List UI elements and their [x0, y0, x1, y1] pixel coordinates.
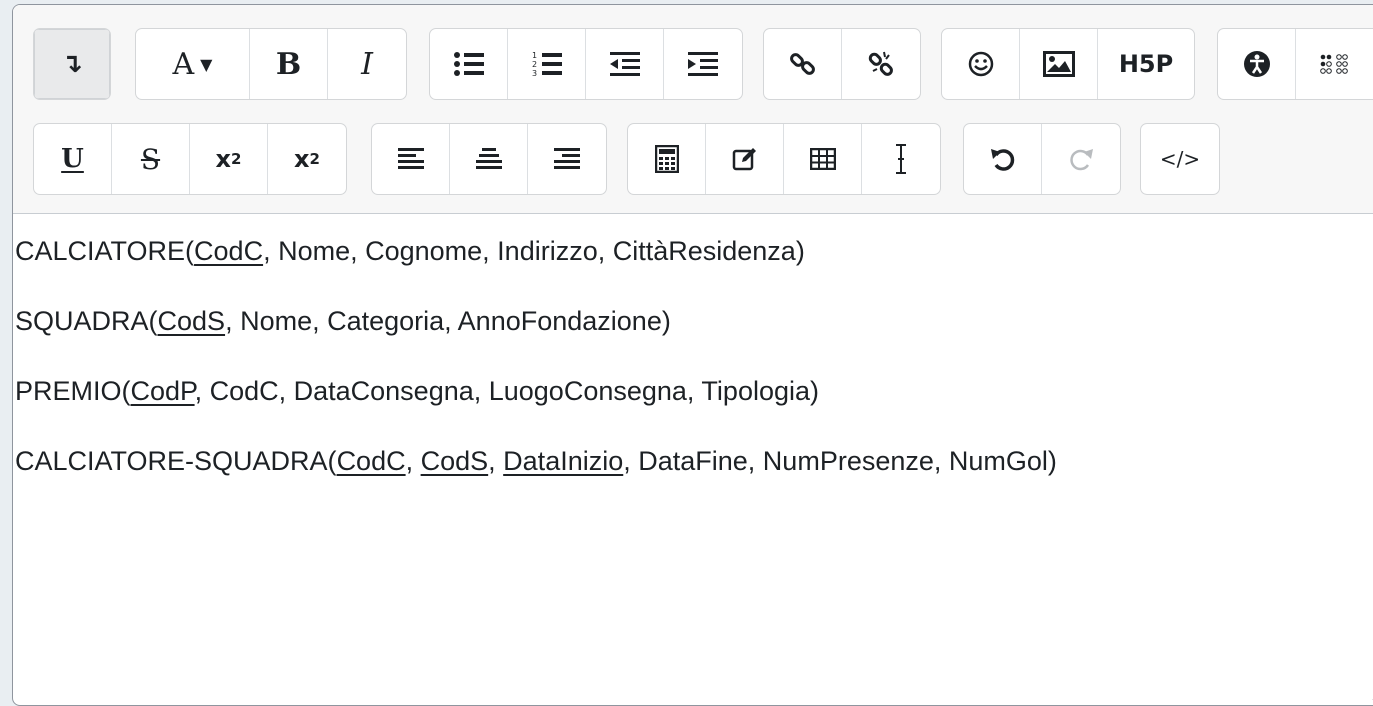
toolbar-group-lists: 123 — [429, 28, 743, 100]
relation-attributes: , Nome, Cognome, Indirizzo, CittàResiden… — [263, 236, 805, 266]
align-right-button[interactable] — [528, 124, 606, 194]
ordered-list-button[interactable]: 123 — [508, 29, 586, 99]
content-line: CALCIATORE(CodC, Nome, Cognome, Indirizz… — [15, 234, 1373, 268]
font-color-label: A — [172, 46, 195, 82]
text-editor: ↴ A ▼ B I 123 H5P U S x 2 x 2 </> CALCIA… — [12, 4, 1373, 706]
superscript-button[interactable]: x2 — [268, 124, 346, 194]
redo-button[interactable] — [1042, 124, 1120, 194]
toolbar-group-toggle: ↴ — [33, 28, 111, 100]
align-center-button[interactable] — [450, 124, 528, 194]
toolbar-group-insert — [627, 123, 941, 195]
relation-attributes: , Nome, Categoria, AnnoFondazione) — [225, 306, 671, 336]
indent-icon — [688, 52, 718, 76]
equation-editor-button[interactable] — [628, 124, 706, 194]
toolbar-group-html: </> — [1140, 123, 1220, 195]
content-line: CALCIATORE-SQUADRA(CodC, CodS, DataInizi… — [15, 444, 1373, 478]
clear-formatting-button[interactable] — [862, 124, 940, 194]
table-icon — [809, 148, 836, 170]
toolbar-toggle-button[interactable]: ↴ — [34, 29, 110, 99]
toolbar-group-history — [963, 123, 1121, 195]
toolbar-group-text-format: U S x2 x2 — [33, 123, 347, 195]
editor-toolbar: ↴ A ▼ B I 123 H5P U S x 2 x 2 </> — [13, 5, 1373, 214]
braille-button[interactable] — [1296, 29, 1373, 99]
redo-icon — [1070, 149, 1093, 171]
font-color-button[interactable]: A ▼ — [136, 29, 250, 99]
braille-icon — [1320, 54, 1348, 74]
link-icon — [789, 53, 815, 75]
toolbar-group-align — [371, 123, 607, 195]
unordered-list-button[interactable] — [430, 29, 508, 99]
h5p-button[interactable]: H5P — [1098, 29, 1194, 99]
key-separator: , — [405, 446, 421, 476]
undo-icon — [990, 149, 1014, 171]
ordered-list-icon: 123 — [532, 51, 562, 78]
primary-key: CodP — [130, 376, 195, 406]
bold-button[interactable]: B — [250, 29, 328, 99]
undo-button[interactable] — [964, 124, 1042, 194]
toolbar-group-media: H5P — [941, 28, 1195, 100]
align-left-icon — [397, 148, 424, 169]
chevron-down-icon: ▼ — [200, 54, 213, 74]
accessibility-button[interactable] — [1218, 29, 1296, 99]
emoji-button[interactable] — [942, 29, 1020, 99]
subscript-button[interactable]: x2 — [190, 124, 268, 194]
primary-key: CodC — [194, 236, 264, 266]
unlink-icon — [868, 51, 893, 76]
relation-attributes: , CodC, DataConsegna, LuogoConsegna, Tip… — [194, 376, 819, 406]
content-line: PREMIO(CodP, CodC, DataConsegna, LuogoCo… — [15, 374, 1373, 408]
underline-label: U — [61, 144, 84, 174]
outdent-button[interactable] — [586, 29, 664, 99]
relation-name: CALCIATORE( — [15, 236, 195, 266]
toolbar-group-links — [763, 28, 921, 100]
relation-name: PREMIO( — [15, 376, 131, 406]
svg-text:1: 1 — [532, 51, 537, 60]
outdent-icon — [609, 52, 640, 76]
strikethrough-button[interactable]: S — [112, 124, 190, 194]
subscript-digit: 2 — [231, 150, 242, 168]
relation-name: CALCIATORE-SQUADRA( — [15, 446, 337, 476]
svg-text:2: 2 — [532, 60, 537, 69]
editor-content-area[interactable]: CALCIATORE(CodC, Nome, Cognome, Indirizz… — [13, 214, 1373, 705]
italic-button[interactable]: I — [328, 29, 406, 99]
align-center-icon — [475, 148, 502, 169]
relation-name: SQUADRA( — [15, 306, 158, 336]
svg-text:3: 3 — [532, 69, 537, 78]
unordered-list-icon — [453, 52, 484, 76]
key-separator: , — [488, 446, 504, 476]
subscript-label: x — [215, 145, 232, 173]
primary-key: DataInizio — [503, 446, 624, 476]
calculator-icon — [654, 145, 679, 173]
toolbar-group-text-style: A ▼ B I — [135, 28, 407, 100]
relation-attributes: , DataFine, NumPresenze, NumGol) — [623, 446, 1057, 476]
image-icon — [1042, 51, 1075, 77]
html-source-button[interactable]: </> — [1141, 124, 1219, 194]
manage-files-button[interactable] — [706, 124, 784, 194]
align-right-icon — [554, 148, 580, 169]
primary-key: CodS — [157, 306, 226, 336]
smiley-icon — [968, 51, 993, 77]
unlink-button[interactable] — [842, 29, 920, 99]
edit-icon — [732, 148, 756, 171]
superscript-digit: 2 — [309, 150, 320, 168]
primary-key: CodC — [336, 446, 406, 476]
link-button[interactable] — [764, 29, 842, 99]
text-cursor-icon — [896, 144, 906, 174]
table-button[interactable] — [784, 124, 862, 194]
accessibility-icon — [1243, 51, 1270, 77]
primary-key: CodS — [420, 446, 489, 476]
image-button[interactable] — [1020, 29, 1098, 99]
align-left-button[interactable] — [372, 124, 450, 194]
indent-button[interactable] — [664, 29, 742, 99]
content-line: SQUADRA(CodS, Nome, Categoria, AnnoFonda… — [15, 304, 1373, 338]
toolbar-group-accessibility — [1217, 28, 1373, 100]
underline-button[interactable]: U — [34, 124, 112, 194]
superscript-label: x — [294, 145, 310, 173]
